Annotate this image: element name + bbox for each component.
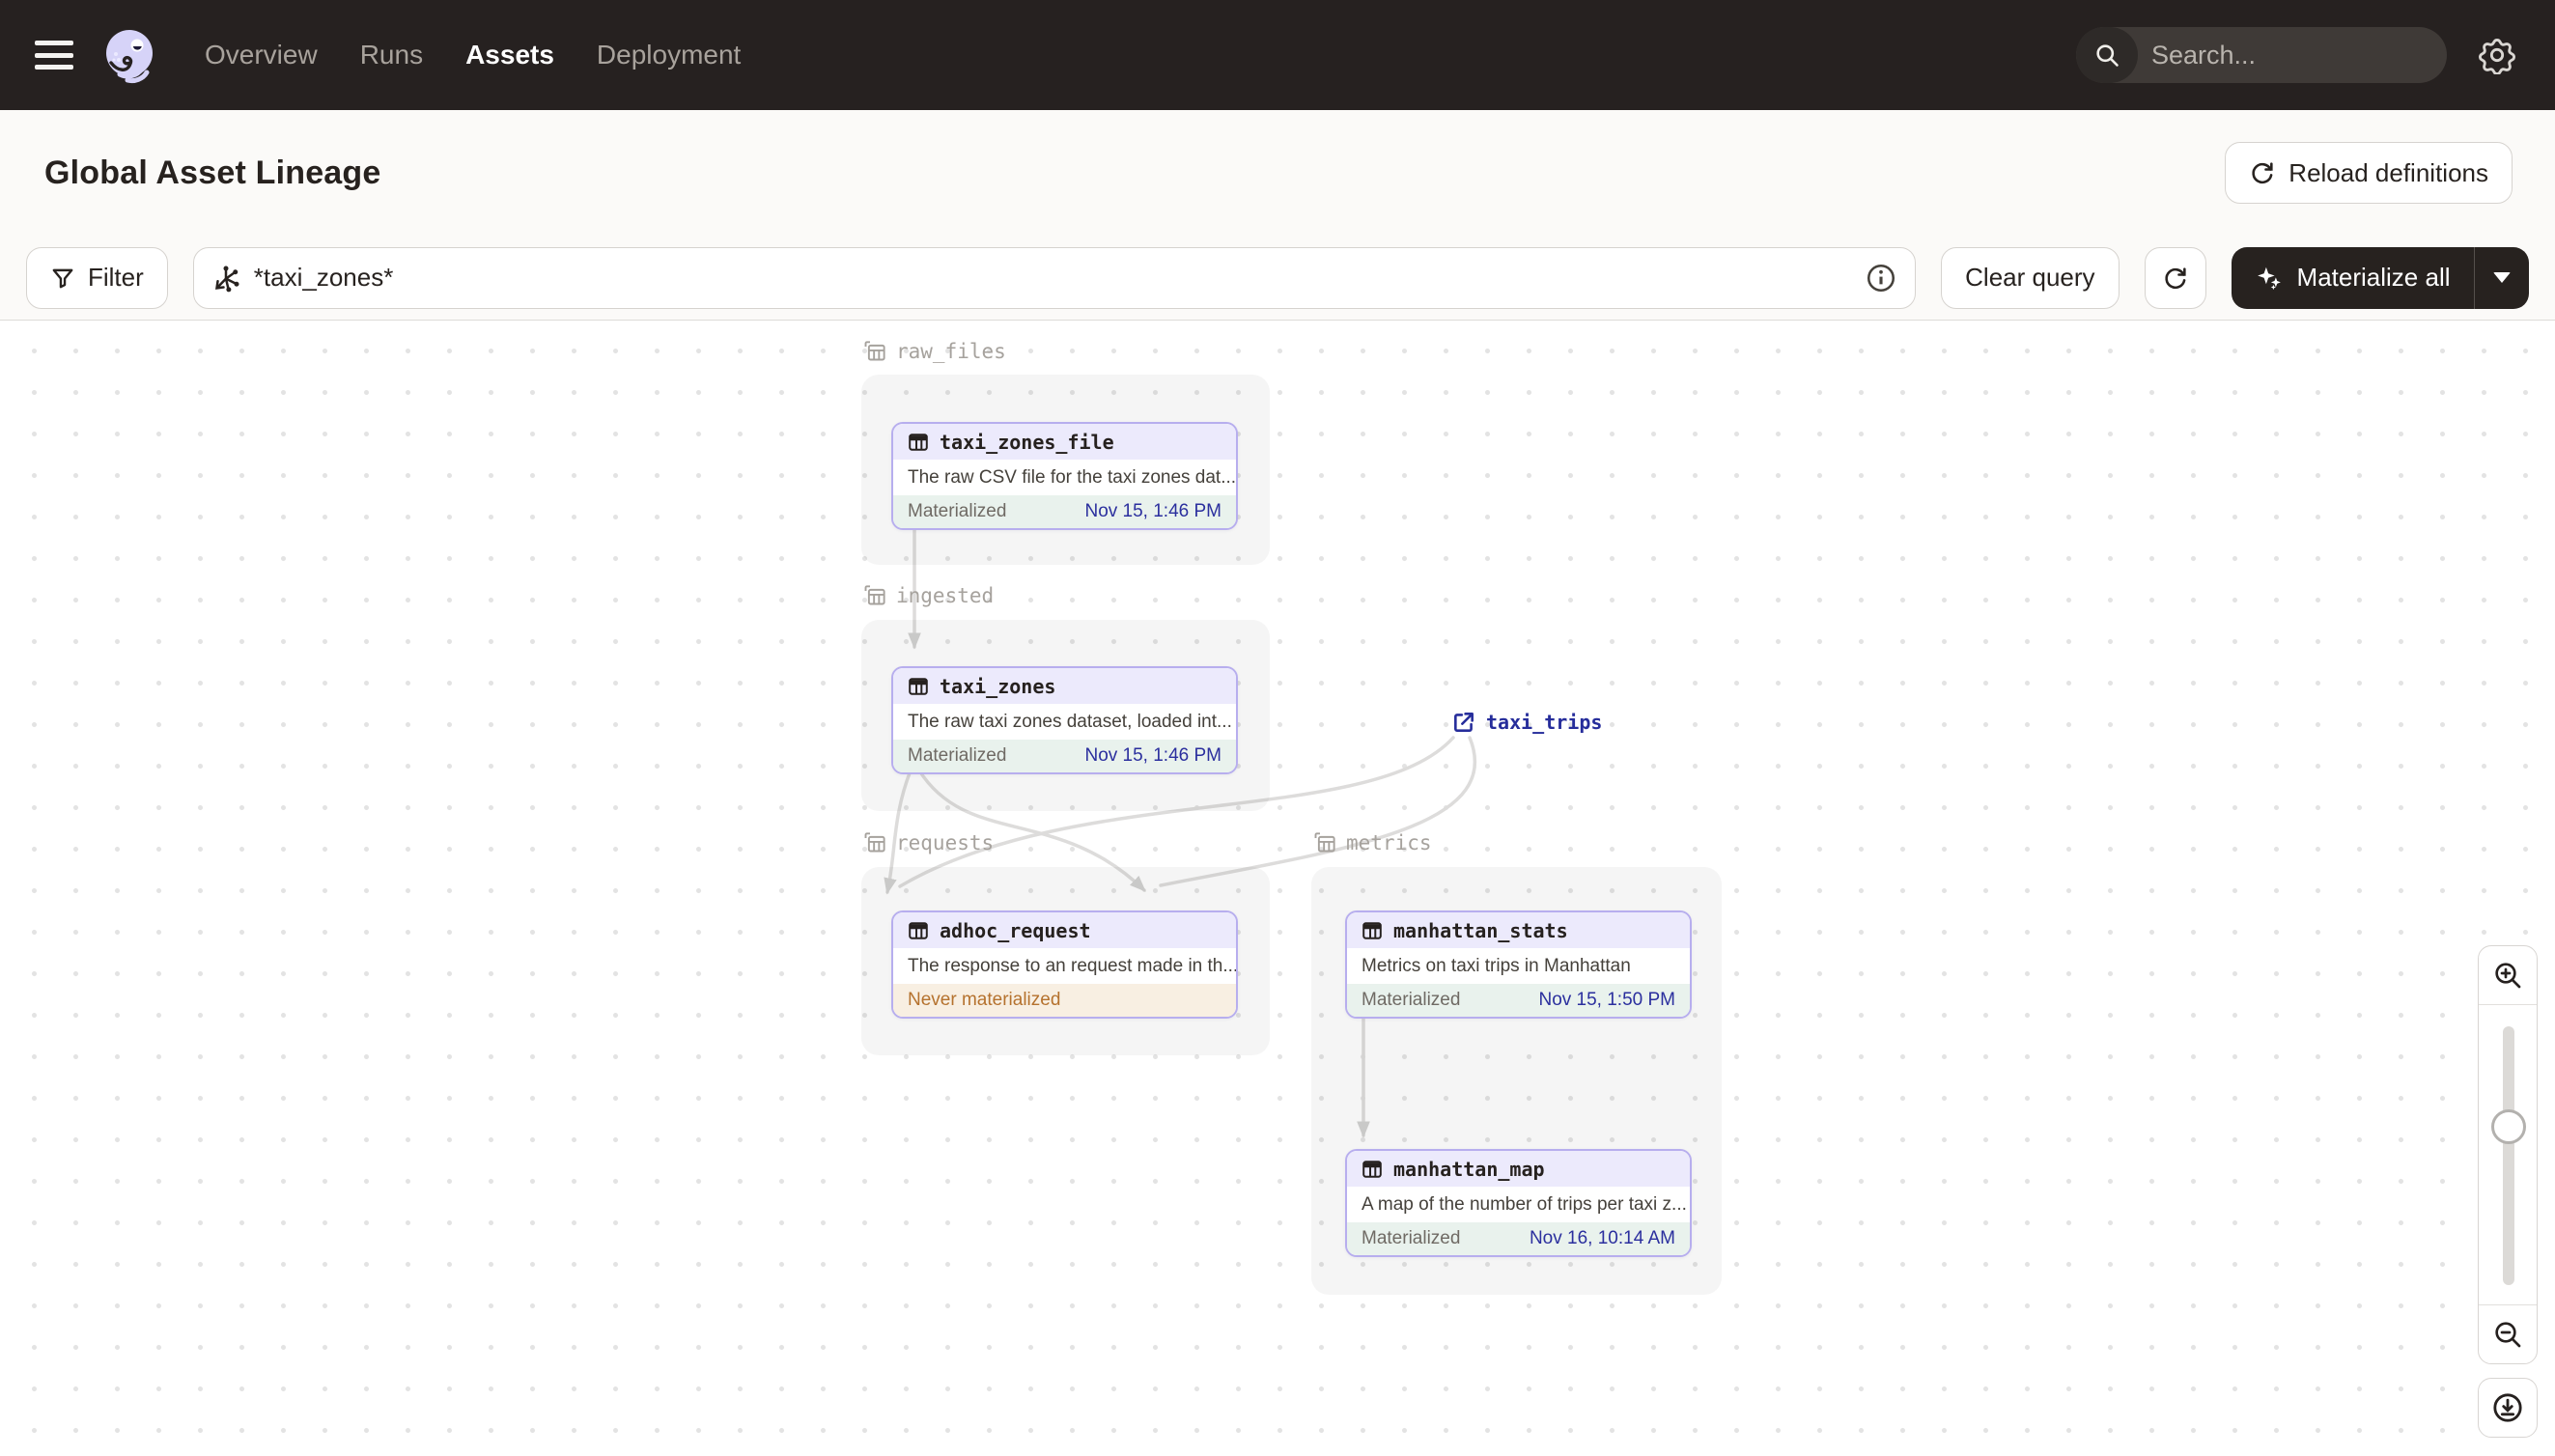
zoom-in-icon bbox=[2495, 963, 2521, 989]
group-label-metrics[interactable]: metrics bbox=[1311, 829, 1432, 855]
group-table-icon bbox=[864, 341, 885, 361]
external-asset-taxi-trips[interactable]: taxi_trips bbox=[1451, 710, 1602, 735]
filter-button[interactable]: Filter bbox=[26, 246, 168, 309]
zoom-in-button[interactable] bbox=[2479, 946, 2537, 1004]
zoom-controls bbox=[2478, 945, 2538, 1364]
page-title: Global Asset Lineage bbox=[44, 154, 381, 191]
group-label-requests[interactable]: requests bbox=[861, 829, 994, 855]
refresh-icon bbox=[2164, 266, 2186, 289]
sparkles-icon bbox=[2257, 266, 2281, 290]
zoom-out-button[interactable] bbox=[2479, 1305, 2537, 1363]
group-label-ingested[interactable]: ingested bbox=[861, 582, 994, 608]
status-label: Materialized bbox=[1362, 1228, 1461, 1248]
asset-node-manhattan-stats[interactable]: manhattan_stats Metrics on taxi trips in… bbox=[1345, 910, 1692, 1019]
asset-node-taxi-zones-file[interactable]: taxi_zones_file The raw CSV file for the… bbox=[891, 422, 1238, 530]
global-search[interactable]: / bbox=[2076, 27, 2447, 83]
table-icon bbox=[909, 677, 928, 695]
asset-node-adhoc-request[interactable]: adhoc_request The response to an request… bbox=[891, 910, 1238, 1019]
status-label: Materialized bbox=[908, 745, 1007, 766]
nav-item-assets[interactable]: Assets bbox=[465, 40, 554, 70]
status-label: Never materialized bbox=[908, 990, 1061, 1010]
group-table-icon bbox=[864, 832, 885, 853]
settings-gear-icon[interactable] bbox=[2478, 36, 2516, 74]
clear-query-button[interactable]: Clear query bbox=[1941, 246, 2120, 309]
asset-selection-input-wrap bbox=[192, 246, 1917, 309]
zoom-slider-track[interactable] bbox=[2503, 1026, 2514, 1285]
status-label: Materialized bbox=[908, 501, 1007, 521]
asset-node-taxi-zones[interactable]: taxi_zones The raw taxi zones dataset, l… bbox=[891, 666, 1238, 774]
materialization-timestamp[interactable]: Nov 15, 1:46 PM bbox=[1084, 745, 1221, 767]
status-label: Materialized bbox=[1362, 990, 1461, 1010]
zoom-out-icon bbox=[2495, 1322, 2521, 1348]
lineage-edges bbox=[884, 526, 1477, 1138]
zoom-slider bbox=[2479, 1004, 2537, 1305]
download-image-button[interactable] bbox=[2478, 1378, 2538, 1438]
dagster-logo[interactable] bbox=[100, 26, 158, 84]
download-icon bbox=[2493, 1393, 2522, 1422]
group-table-icon bbox=[864, 585, 885, 605]
page-header: Global Asset Lineage Reload definitions bbox=[0, 110, 2555, 236]
table-icon bbox=[1362, 1160, 1382, 1178]
nav-item-overview[interactable]: Overview bbox=[205, 40, 318, 70]
group-table-icon bbox=[1314, 832, 1335, 853]
materialization-timestamp[interactable]: Nov 15, 1:46 PM bbox=[1084, 501, 1221, 522]
zoom-slider-thumb[interactable] bbox=[2491, 1109, 2526, 1144]
group-label-raw-files[interactable]: raw_files bbox=[861, 338, 1006, 364]
search-icon bbox=[2076, 27, 2138, 83]
nav-item-deployment[interactable]: Deployment bbox=[597, 40, 741, 70]
search-input[interactable] bbox=[2138, 40, 2447, 70]
top-navigation-bar: Overview Runs Assets Deployment / bbox=[0, 0, 2555, 110]
filter-funnel-icon bbox=[52, 268, 73, 288]
primary-nav: Overview Runs Assets Deployment bbox=[205, 40, 741, 70]
materialize-options-dropdown[interactable] bbox=[2475, 247, 2529, 309]
chevron-down-icon bbox=[2493, 272, 2511, 283]
info-icon[interactable] bbox=[1865, 262, 1897, 294]
graph-query-icon bbox=[214, 266, 239, 292]
asset-selection-input[interactable] bbox=[253, 263, 1858, 293]
refresh-query-button[interactable] bbox=[2144, 246, 2206, 309]
reload-definitions-button[interactable]: Reload definitions bbox=[2225, 142, 2513, 204]
refresh-icon bbox=[2252, 162, 2273, 184]
table-icon bbox=[909, 433, 928, 451]
table-icon bbox=[1362, 921, 1382, 939]
materialize-all-split-button: Materialize all bbox=[2231, 246, 2529, 309]
external-link-icon bbox=[1454, 713, 1474, 732]
lineage-toolbar: Filter Clear query bbox=[0, 236, 2555, 321]
materialization-timestamp[interactable]: Nov 15, 1:50 PM bbox=[1538, 990, 1675, 1011]
nav-item-runs[interactable]: Runs bbox=[360, 40, 423, 70]
materialize-all-button[interactable]: Materialize all bbox=[2232, 247, 2474, 309]
lineage-canvas[interactable]: raw_files ingested requests metrics taxi… bbox=[0, 321, 2555, 1456]
table-icon bbox=[909, 921, 928, 939]
hamburger-menu-icon[interactable] bbox=[35, 41, 73, 70]
materialization-timestamp[interactable]: Nov 16, 10:14 AM bbox=[1530, 1228, 1675, 1249]
asset-node-manhattan-map[interactable]: manhattan_map A map of the number of tri… bbox=[1345, 1149, 1692, 1257]
